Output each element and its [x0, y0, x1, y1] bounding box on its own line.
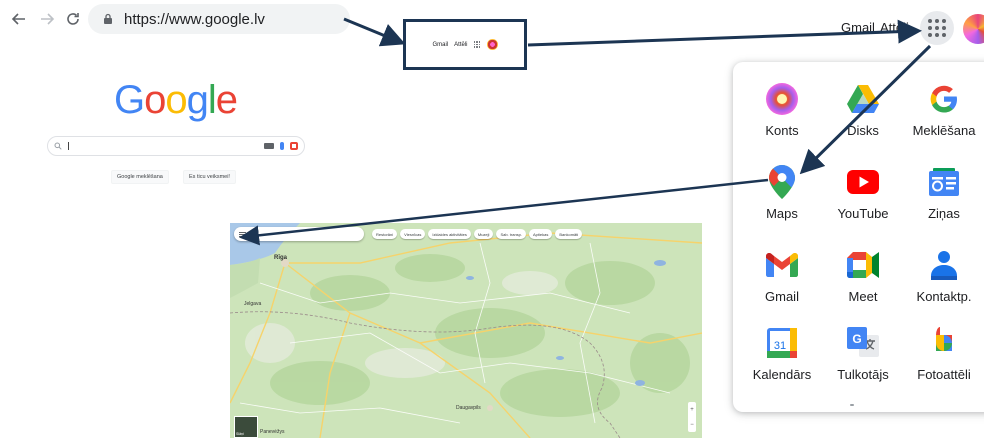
app-tile-calendar[interactable]: 31 Kalendārs — [741, 326, 823, 382]
account-icon — [765, 82, 799, 116]
gmail-link[interactable]: Gmail — [841, 20, 875, 35]
inset-avatar — [486, 39, 498, 50]
app-label: Meet — [848, 289, 878, 304]
account-avatar[interactable] — [963, 14, 984, 44]
app-label: Gmail — [765, 289, 799, 304]
chip-museums[interactable]: Muzeji — [473, 229, 494, 239]
app-label: Kontaktp. — [916, 289, 972, 304]
youtube-icon — [846, 165, 880, 199]
svg-text:G: G — [852, 332, 861, 346]
map-category-chips: Restorāni Viesnīcas Izklaides aktivitāte… — [372, 229, 583, 239]
app-tile-meet[interactable]: Meet — [822, 248, 904, 304]
hamburger-menu-icon[interactable] — [239, 231, 246, 237]
app-label: Tulkotājs — [837, 367, 889, 382]
back-button[interactable] — [8, 8, 30, 30]
google-search-button[interactable]: Google meklēšana — [111, 170, 169, 184]
gmail-icon — [765, 248, 799, 282]
apps-grid-icon — [928, 19, 932, 23]
microphone-icon[interactable] — [280, 142, 284, 150]
app-tile-maps[interactable]: Maps — [741, 165, 823, 221]
chip-transit[interactable]: Sab. transp. — [496, 229, 527, 239]
images-link[interactable]: Attēli — [880, 20, 909, 35]
google-apps-panel: Konts Disks Meklēšana Maps YouTube Ziņas — [733, 62, 984, 412]
app-label: Konts — [765, 123, 799, 138]
address-bar[interactable]: https://www.google.lv — [88, 4, 350, 34]
chip-activities[interactable]: Izklaides aktivitātes — [428, 229, 471, 239]
map-label-jelgava: Jelgava — [244, 301, 262, 307]
map-label-panevezys: Panevėžys — [260, 429, 285, 435]
arrow-url-to-inset — [343, 17, 406, 47]
chip-atms[interactable]: Bankomāti — [555, 229, 583, 239]
inset-apps-grid-icon — [473, 41, 481, 48]
calendar-icon: 31 — [765, 326, 799, 360]
feeling-lucky-button[interactable]: Es ticu veiksmei! — [183, 170, 236, 184]
app-label: Fotoattēli — [917, 367, 971, 382]
zoom-out-button[interactable]: − — [690, 422, 694, 428]
app-tile-photos[interactable]: Fotoattēli — [903, 326, 984, 382]
google-drive-icon — [846, 82, 880, 116]
forward-button[interactable] — [36, 8, 58, 30]
google-apps-button[interactable] — [920, 11, 954, 45]
forward-arrow-icon — [41, 13, 55, 25]
google-search-icon — [927, 82, 961, 116]
lock-icon — [104, 13, 112, 24]
keyboard-icon[interactable] — [264, 143, 274, 149]
translate-icon: G — [846, 326, 880, 360]
app-tile-news[interactable]: Ziņas — [903, 165, 984, 221]
header-zoom-inset: Gmail Attēli — [403, 19, 527, 70]
app-tile-translate[interactable]: G Tulkotājs — [822, 326, 904, 382]
app-label: YouTube — [837, 206, 889, 221]
map-label-daugavpils: Daugavpils — [456, 405, 481, 411]
google-maps-view[interactable]: Restorāni Viesnīcas Izklaides aktivitāte… — [230, 223, 702, 438]
app-tile-contacts[interactable]: Kontaktp. — [903, 248, 984, 304]
search-icon — [54, 142, 62, 150]
map-search-box[interactable] — [234, 227, 364, 241]
panel-scroll-hint — [850, 404, 854, 406]
reload-icon — [67, 13, 79, 25]
search-input[interactable] — [47, 136, 305, 156]
back-arrow-icon — [11, 13, 25, 25]
map-layers-button[interactable]: Slāņi — [234, 416, 258, 438]
google-news-icon — [927, 165, 961, 199]
app-tile-account[interactable]: Konts — [741, 82, 823, 138]
reload-button[interactable] — [62, 8, 84, 30]
map-label-riga: Rīga — [274, 255, 288, 261]
app-label: Maps — [766, 206, 798, 221]
google-meet-icon — [846, 248, 880, 282]
app-label: Meklēšana — [912, 123, 976, 138]
zoom-in-button[interactable]: + — [690, 407, 694, 413]
chip-pharmacies[interactable]: Aptiekas — [529, 229, 553, 239]
app-label: Ziņas — [928, 206, 960, 221]
chip-restaurants[interactable]: Restorāni — [372, 229, 398, 239]
app-label: Kalendārs — [752, 367, 812, 382]
layers-label: Slāņi — [236, 432, 244, 436]
contacts-icon — [927, 248, 961, 282]
inset-images-link: Attēli — [454, 41, 468, 48]
chip-hotels[interactable]: Viesnīcas — [400, 229, 426, 239]
app-tile-gmail[interactable]: Gmail — [741, 248, 823, 304]
app-tile-search[interactable]: Meklēšana — [903, 82, 984, 138]
google-lens-icon[interactable] — [290, 142, 298, 150]
google-maps-icon — [765, 165, 799, 199]
app-tile-youtube[interactable]: YouTube — [822, 165, 904, 221]
calendar-day-number: 31 — [774, 340, 786, 352]
map-zoom-controls: + − — [688, 402, 696, 432]
google-logo: Google — [114, 78, 238, 122]
app-tile-drive[interactable]: Disks — [822, 82, 904, 138]
app-label: Disks — [847, 123, 879, 138]
url-text: https://www.google.lv — [124, 10, 265, 28]
inset-gmail-link: Gmail — [432, 41, 449, 48]
text-cursor — [68, 142, 69, 150]
photos-icon — [927, 326, 961, 360]
